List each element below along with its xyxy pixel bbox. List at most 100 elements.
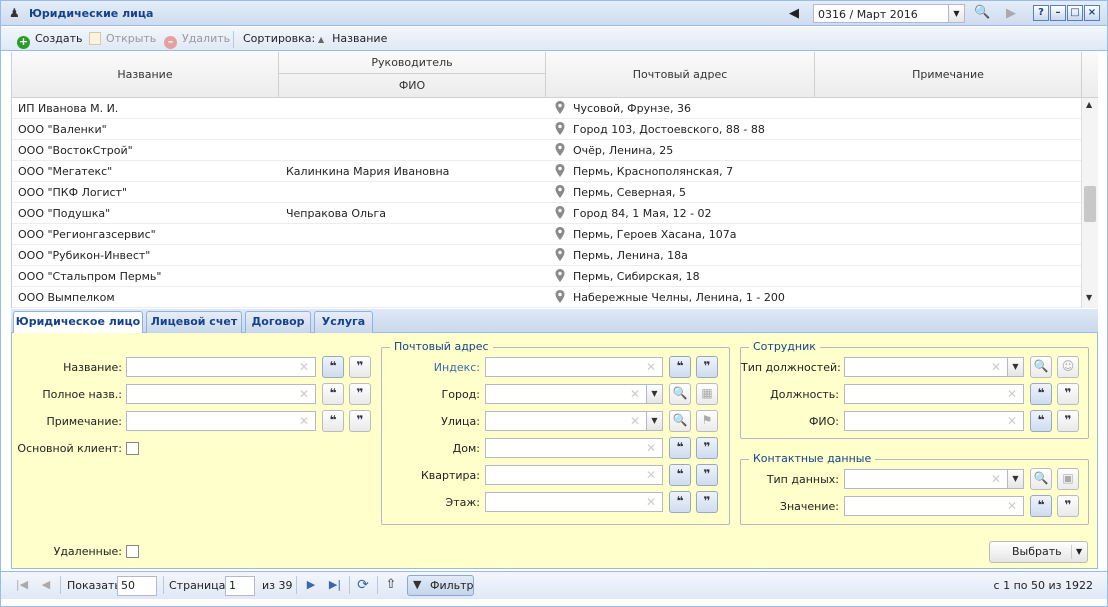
chevron-down-icon[interactable]: ▼ <box>646 385 662 403</box>
page-size-input[interactable]: 50 <box>117 576 157 596</box>
page-input[interactable]: 1 <box>225 576 255 596</box>
quote-close-button[interactable]: ❞ <box>349 356 371 378</box>
col-address-header[interactable]: Почтовый адрес <box>546 52 815 97</box>
table-row[interactable]: ООО "Стальпром Пермь" Пермь, Сибирская, 1… <box>12 266 1082 287</box>
close-button[interactable]: × <box>1084 5 1100 21</box>
maximize-button[interactable]: □ <box>1067 5 1083 21</box>
chevron-down-icon[interactable]: ▼ <box>646 412 662 430</box>
table-row[interactable]: ИП Иванова М. И. Чусовой, Фрунзе, 36 <box>12 98 1082 119</box>
scroll-thumb[interactable] <box>1084 186 1096 222</box>
save-contact-button[interactable]: ▣ <box>1057 468 1079 490</box>
chevron-down-icon[interactable]: ▼ <box>1007 358 1023 376</box>
quote-open-button[interactable]: ❝ <box>322 410 344 432</box>
open-button[interactable]: Открыть <box>89 32 156 48</box>
clear-icon[interactable]: ✕ <box>299 360 309 374</box>
clear-icon[interactable]: ✕ <box>1007 499 1017 513</box>
quote-close-button[interactable]: ❞ <box>1057 410 1079 432</box>
quote-close-button[interactable]: ❞ <box>1057 383 1079 405</box>
street-field[interactable]: ✕ ▼ <box>485 411 663 431</box>
quote-open-button[interactable]: ❝ <box>322 383 344 405</box>
data-type-field[interactable]: ✕ ▼ <box>844 469 1024 489</box>
position-type-field[interactable]: ✕ ▼ <box>844 357 1024 377</box>
prev-period-button[interactable]: ◀ <box>789 6 799 21</box>
table-row[interactable]: ООО "Валенки" Город 103, Достоевского, 88… <box>12 119 1082 140</box>
city-building-button[interactable]: ▦ <box>696 383 718 405</box>
house-field[interactable]: ✕ <box>485 438 663 458</box>
table-row[interactable]: ООО "Подушка" Чепракова Ольга Город 84, 1 … <box>12 203 1082 224</box>
quote-open-button[interactable]: ❝ <box>1030 383 1052 405</box>
refresh-icon[interactable]: ⟳ <box>354 576 372 594</box>
table-row[interactable]: ООО "Мегатекс" Калинкина Мария Ивановна Пе… <box>12 161 1082 182</box>
deleted-checkbox[interactable] <box>126 545 139 558</box>
create-button[interactable]: + Создать <box>17 32 83 49</box>
quote-open-button[interactable]: ❝ <box>669 464 691 486</box>
tab-legal-entity[interactable]: Юридическое лицо <box>13 311 143 334</box>
search-position-type-button[interactable]: 🔍 <box>1030 356 1052 378</box>
grid-scrollbar[interactable]: ▲ ▼ <box>1081 98 1098 308</box>
clear-icon[interactable]: ✕ <box>299 387 309 401</box>
quote-close-button[interactable]: ❞ <box>349 410 371 432</box>
col-name-header[interactable]: Название <box>12 52 279 97</box>
quote-close-button[interactable]: ❞ <box>1057 495 1079 517</box>
filter-button[interactable]: ▼ Фильтр <box>407 575 474 596</box>
clear-icon[interactable]: ✕ <box>646 441 656 455</box>
chevron-down-icon[interactable]: ▼ <box>1007 470 1023 488</box>
search-city-button[interactable]: 🔍 <box>669 383 691 405</box>
search-data-type-button[interactable]: 🔍 <box>1030 468 1052 490</box>
prev-page-button[interactable]: ◀ <box>37 576 55 594</box>
table-row[interactable]: ООО "Регионгазсервис" Пермь, Героев Хасан… <box>12 224 1082 245</box>
next-page-button[interactable]: ▶ <box>302 576 320 594</box>
search-period-button[interactable]: 🔍 <box>974 5 990 20</box>
street-sign-button[interactable]: ⚑ <box>696 410 718 432</box>
index-label[interactable]: Индекс: <box>382 361 480 374</box>
value-field[interactable]: ✕ <box>844 496 1024 516</box>
quote-close-button[interactable]: ❞ <box>696 356 718 378</box>
quote-close-button[interactable]: ❞ <box>696 437 718 459</box>
quote-open-button[interactable]: ❝ <box>669 437 691 459</box>
chevron-down-icon[interactable]: ▼ <box>1076 542 1082 562</box>
scroll-down-icon[interactable]: ▼ <box>1086 293 1092 302</box>
floor-field[interactable]: ✕ <box>485 492 663 512</box>
employee-fio-field[interactable]: ✕ <box>844 411 1024 431</box>
tab-contract[interactable]: Договор <box>245 311 311 333</box>
position-field[interactable]: ✕ <box>844 384 1024 404</box>
quote-close-button[interactable]: ❞ <box>696 491 718 513</box>
tab-service[interactable]: Услуга <box>314 311 373 333</box>
clear-icon[interactable]: ✕ <box>991 360 1001 374</box>
clear-icon[interactable]: ✕ <box>299 414 309 428</box>
clear-icon[interactable]: ✕ <box>1007 414 1017 428</box>
table-row[interactable]: ООО "ПКФ Логист" Пермь, Северная, 5 <box>12 182 1082 203</box>
clear-icon[interactable]: ✕ <box>646 360 656 374</box>
search-street-button[interactable]: 🔍 <box>669 410 691 432</box>
next-period-button[interactable]: ▶ <box>1006 6 1016 21</box>
fullname-field[interactable]: ✕ <box>126 384 316 404</box>
quote-close-button[interactable]: ❞ <box>696 464 718 486</box>
quote-close-button[interactable]: ❞ <box>349 383 371 405</box>
quote-open-button[interactable]: ❝ <box>669 491 691 513</box>
clear-icon[interactable]: ✕ <box>1007 387 1017 401</box>
period-select[interactable]: 0316 / Март 2016 ▼ <box>813 4 965 23</box>
col-fio-header[interactable]: ФИО <box>279 74 546 97</box>
help-button[interactable]: ? <box>1033 5 1049 21</box>
quote-open-button[interactable]: ❝ <box>322 356 344 378</box>
table-row[interactable]: ООО Вымпелком Набережные Челны, Ленина, 1… <box>12 287 1082 308</box>
main-client-checkbox[interactable] <box>126 442 139 455</box>
last-page-button[interactable]: ▶| <box>326 576 344 594</box>
note-field[interactable]: ✕ <box>126 411 316 431</box>
clear-icon[interactable]: ✕ <box>630 414 640 428</box>
table-row[interactable]: ООО "Рубикон-Инвест" Пермь, Ленина, 18а <box>12 245 1082 266</box>
export-icon[interactable]: ⇧ <box>382 576 400 594</box>
clear-icon[interactable]: ✕ <box>646 468 656 482</box>
clear-icon[interactable]: ✕ <box>630 387 640 401</box>
index-field[interactable]: ✕ <box>485 357 663 377</box>
quote-open-button[interactable]: ❝ <box>1030 410 1052 432</box>
clear-icon[interactable]: ✕ <box>991 472 1001 486</box>
table-row[interactable]: ООО "ВостокСтрой" Очёр, Ленина, 25 <box>12 140 1082 161</box>
minimize-button[interactable]: – <box>1050 5 1066 21</box>
clear-icon[interactable]: ✕ <box>646 495 656 509</box>
sort-name-button[interactable]: ▲ Название <box>318 32 387 48</box>
first-page-button[interactable]: |◀ <box>13 576 31 594</box>
select-button[interactable]: Выбрать ▼ <box>989 541 1088 563</box>
scroll-up-icon[interactable]: ▲ <box>1086 100 1092 109</box>
col-note-header[interactable]: Примечание <box>815 52 1082 97</box>
